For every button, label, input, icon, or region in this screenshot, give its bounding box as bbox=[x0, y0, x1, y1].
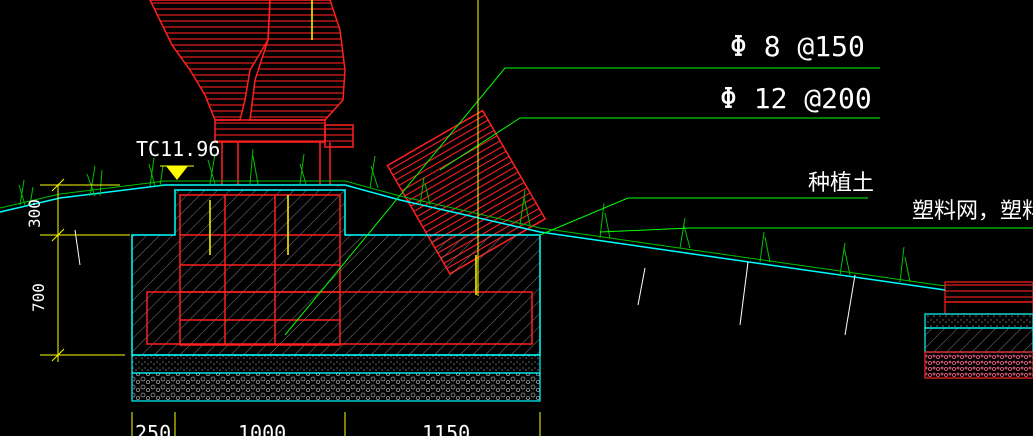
dim-1150: 1150 bbox=[422, 421, 470, 436]
elevation-marker: TC11.96 bbox=[136, 137, 220, 180]
elevation-label: TC11.96 bbox=[136, 137, 220, 161]
plastic-mesh-label: 塑料网，塑料 bbox=[912, 199, 1033, 224]
curb-detail bbox=[924, 281, 1033, 379]
planting-soil-label: 种植土 bbox=[808, 171, 874, 196]
dim-300: 300 bbox=[25, 199, 44, 228]
dim-700: 700 bbox=[29, 283, 48, 312]
rebar-callout-bottom: Φ 12 @200 bbox=[720, 82, 872, 115]
dim-250: 250 bbox=[135, 421, 171, 436]
rebar-callout-top: Φ 8 @150 bbox=[730, 30, 865, 63]
cad-section-drawing: TC11.96 Φ 8 @150 Φ 12 @200 种植土 塑料网，塑料 30… bbox=[0, 0, 1033, 436]
dim-1000: 1000 bbox=[238, 421, 286, 436]
